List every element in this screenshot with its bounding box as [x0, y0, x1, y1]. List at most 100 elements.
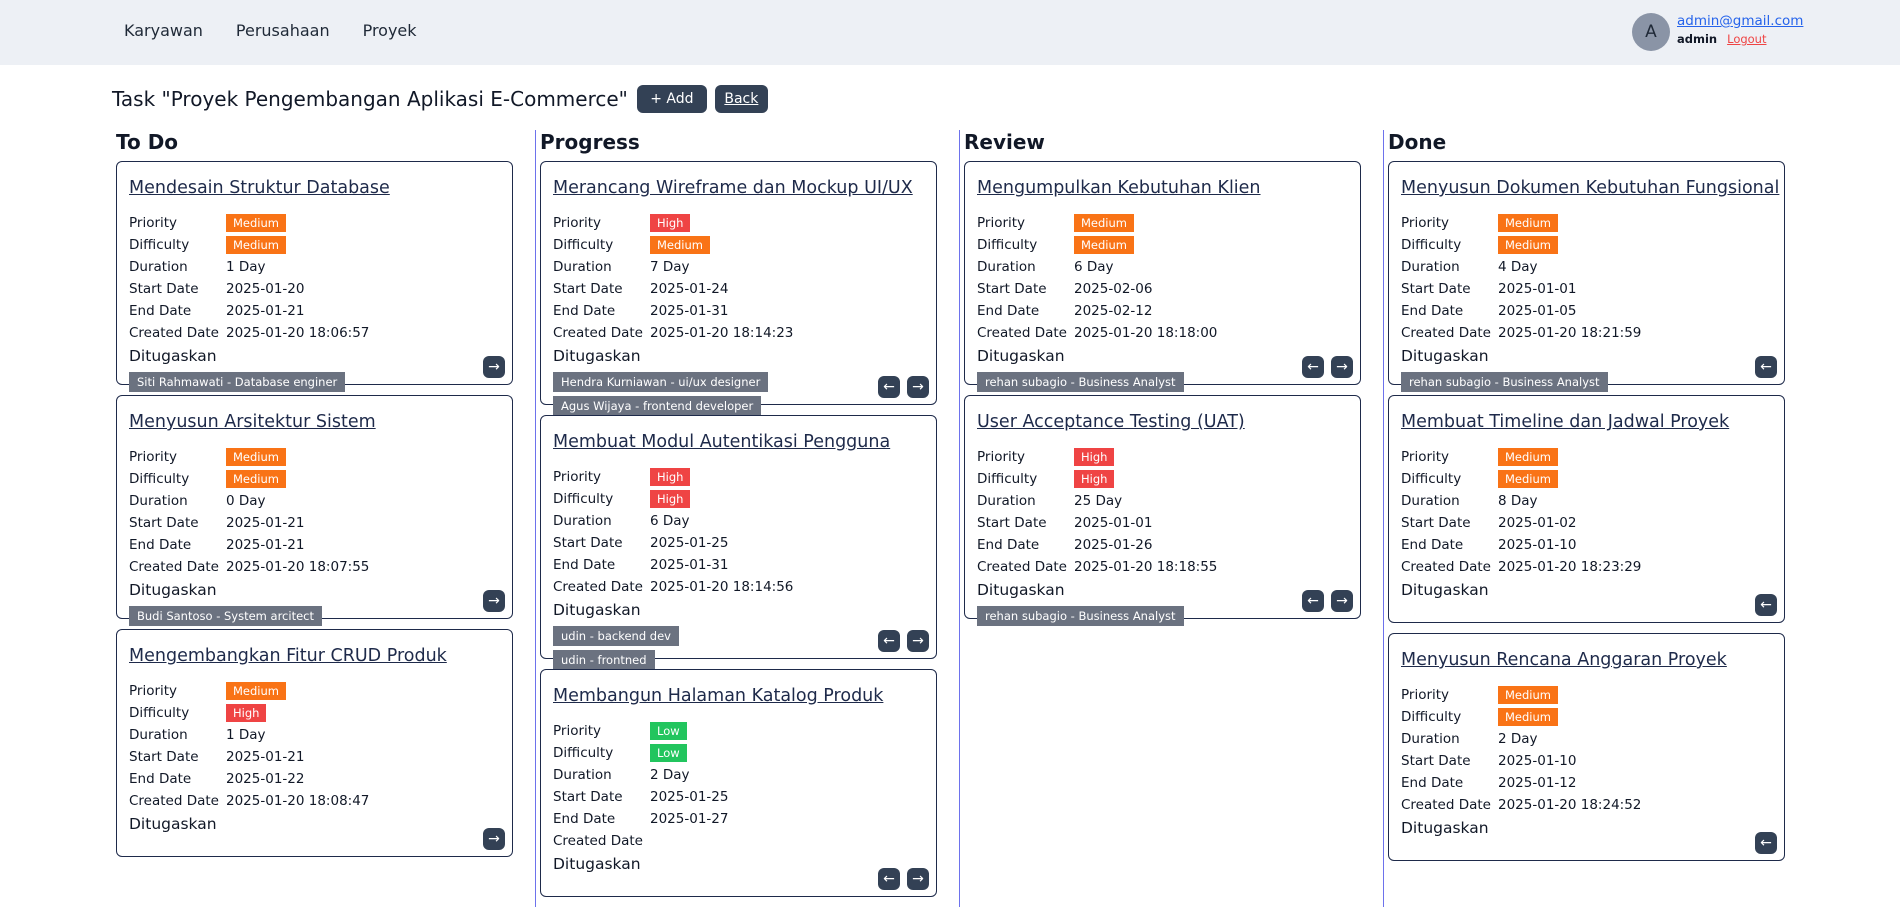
- field-value: 2025-01-21: [226, 537, 305, 553]
- field-label: Difficulty: [129, 471, 190, 487]
- task-title-link[interactable]: Menyusun Rencana Anggaran Proyek: [1401, 650, 1727, 670]
- move-right-button[interactable]: →: [1331, 356, 1353, 378]
- move-right-button[interactable]: →: [907, 868, 929, 890]
- assignee-chip: rehan subagio - Business Analyst: [1401, 372, 1608, 392]
- assignee-chip: rehan subagio - Business Analyst: [977, 606, 1184, 626]
- field-label: Priority: [553, 469, 602, 485]
- move-right-button[interactable]: →: [483, 356, 505, 378]
- field-row-priority: Priority Low: [553, 722, 687, 740]
- move-left-button[interactable]: ←: [878, 376, 900, 398]
- field-row-duration: Duration 8 Day: [1401, 492, 1538, 510]
- field-label: Difficulty: [553, 745, 614, 761]
- field-value: 25 Day: [1074, 493, 1123, 509]
- field-row-priority: Priority Medium: [129, 448, 286, 466]
- field-row-start: Start Date 2025-01-10: [1401, 752, 1576, 770]
- field-label: Created Date: [977, 559, 1067, 575]
- field-value: 2025-01-20 18:07:55: [226, 559, 370, 575]
- task-title-link[interactable]: Membuat Modul Autentikasi Pengguna: [553, 432, 890, 452]
- field-label: Duration: [1401, 259, 1460, 275]
- difficulty-badge: Medium: [226, 236, 286, 254]
- user-email-link[interactable]: admin@gmail.com: [1677, 13, 1803, 30]
- move-right-button[interactable]: →: [907, 630, 929, 652]
- field-label: Duration: [553, 259, 612, 275]
- move-left-button[interactable]: ←: [878, 868, 900, 890]
- task-card: Mengembangkan Fitur CRUD Produk Priority M…: [116, 629, 513, 857]
- field-row-difficulty: Difficulty Medium: [1401, 708, 1558, 726]
- logout-link[interactable]: Logout: [1727, 32, 1766, 47]
- task-card: Membuat Modul Autentikasi Pengguna Priori…: [540, 415, 937, 670]
- arrow-left-icon: ←: [1307, 359, 1319, 375]
- field-label: Start Date: [1401, 515, 1471, 531]
- field-label: End Date: [129, 303, 192, 319]
- avatar[interactable]: A: [1632, 13, 1670, 51]
- kanban-board: To Do Mendesain Struktur Database Priority…: [112, 130, 1792, 907]
- field-row-difficulty: Difficulty Medium: [1401, 236, 1558, 254]
- task-title-link[interactable]: Menyusun Arsitektur Sistem: [129, 412, 376, 432]
- move-left-button[interactable]: ←: [1302, 356, 1324, 378]
- arrow-left-icon: ←: [1760, 835, 1772, 851]
- nav-link-proyek[interactable]: Proyek: [363, 21, 417, 40]
- field-row-end: End Date 2025-01-10: [1401, 536, 1576, 554]
- field-value: 6 Day: [1074, 259, 1114, 275]
- move-right-button[interactable]: →: [483, 828, 505, 850]
- task-title-link[interactable]: User Acceptance Testing (UAT): [977, 412, 1245, 432]
- move-left-button[interactable]: ←: [1755, 594, 1777, 616]
- move-right-button[interactable]: →: [907, 376, 929, 398]
- field-row-start: Start Date 2025-01-24: [553, 280, 728, 298]
- field-row-created: Created Date: [553, 832, 650, 850]
- field-value: 2025-01-27: [650, 811, 729, 827]
- field-label: End Date: [977, 537, 1040, 553]
- task-title-link[interactable]: Merancang Wireframe dan Mockup UI/UX: [553, 178, 913, 198]
- priority-badge: High: [650, 214, 691, 232]
- arrow-left-icon: ←: [883, 379, 895, 395]
- task-title-link[interactable]: Mengembangkan Fitur CRUD Produk: [129, 646, 447, 666]
- task-card: Menyusun Rencana Anggaran Proyek Priority…: [1388, 633, 1785, 861]
- field-value: 2025-01-20: [226, 281, 305, 297]
- field-row-duration: Duration 2 Day: [553, 766, 690, 784]
- field-label: End Date: [1401, 775, 1464, 791]
- field-value: 2025-01-20 18:21:59: [1498, 325, 1642, 341]
- back-button[interactable]: Back: [714, 85, 768, 113]
- nav-link-perusahaan[interactable]: Perusahaan: [236, 21, 330, 40]
- task-title-link[interactable]: Membuat Timeline dan Jadwal Proyek: [1401, 412, 1729, 432]
- field-value: 2025-01-25: [650, 789, 729, 805]
- add-task-button[interactable]: + Add: [636, 85, 707, 113]
- field-value: 2025-01-20 18:14:23: [650, 325, 794, 341]
- field-label: Duration: [977, 493, 1036, 509]
- move-right-button[interactable]: →: [483, 590, 505, 612]
- task-title-link[interactable]: Mengumpulkan Kebutuhan Klien: [977, 178, 1261, 198]
- field-value: 2 Day: [650, 767, 690, 783]
- nav-link-karyawan[interactable]: Karyawan: [124, 21, 203, 40]
- assigned-label: Ditugaskan: [1401, 347, 1489, 365]
- arrow-left-icon: ←: [1760, 359, 1772, 375]
- field-label: Start Date: [129, 281, 199, 297]
- top-navbar: Karyawan Perusahaan Proyek A admin@gmail…: [0, 0, 1900, 65]
- field-value: 2025-02-06: [1074, 281, 1153, 297]
- field-value: 2 Day: [1498, 731, 1538, 747]
- field-label: Created Date: [129, 559, 219, 575]
- move-right-button[interactable]: →: [1331, 590, 1353, 612]
- field-label: Duration: [129, 259, 188, 275]
- field-label: Priority: [553, 723, 602, 739]
- assigned-label: Ditugaskan: [1401, 819, 1489, 837]
- field-value: 1 Day: [226, 259, 266, 275]
- move-left-button[interactable]: ←: [1302, 590, 1324, 612]
- field-label: Duration: [1401, 493, 1460, 509]
- field-row-duration: Duration 0 Day: [129, 492, 266, 510]
- move-left-button[interactable]: ←: [1755, 356, 1777, 378]
- field-row-difficulty: Difficulty Low: [553, 744, 687, 762]
- move-left-button[interactable]: ←: [878, 630, 900, 652]
- arrow-right-icon: →: [912, 633, 924, 649]
- task-title-link[interactable]: Menyusun Dokumen Kebutuhan Fungsional: [1401, 178, 1779, 198]
- task-title-link[interactable]: Membangun Halaman Katalog Produk: [553, 686, 883, 706]
- field-label: Difficulty: [977, 237, 1038, 253]
- move-left-button[interactable]: ←: [1755, 832, 1777, 854]
- arrow-right-icon: →: [912, 379, 924, 395]
- field-value: 2025-01-31: [650, 303, 729, 319]
- field-value: 2025-01-21: [226, 515, 305, 531]
- field-value: 2025-01-20 18:14:56: [650, 579, 794, 595]
- task-title-link[interactable]: Mendesain Struktur Database: [129, 178, 390, 198]
- assigned-label: Ditugaskan: [977, 347, 1065, 365]
- arrow-left-icon: ←: [1307, 593, 1319, 609]
- field-row-start: Start Date 2025-01-21: [129, 748, 304, 766]
